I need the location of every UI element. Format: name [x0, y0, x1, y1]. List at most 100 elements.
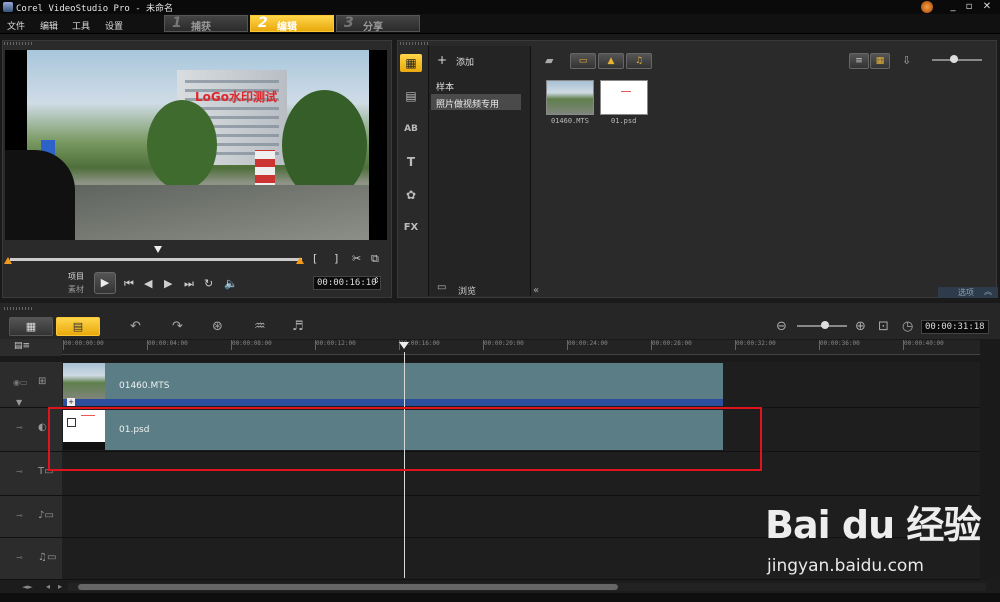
preview-timecode[interactable]: 00:00:16:10	[313, 276, 381, 290]
thumbnail-mts[interactable]	[546, 80, 594, 115]
play-button[interactable]: ▶	[94, 272, 116, 294]
track-scroll-icon[interactable]: ◄►	[22, 583, 33, 591]
sort-icon[interactable]: ⇩	[902, 54, 911, 67]
home-icon[interactable]: ⏮	[124, 277, 134, 291]
thumbnail-label: 01460.MTS	[551, 117, 589, 125]
trim-start-handle[interactable]	[4, 257, 12, 264]
app-icon	[3, 2, 13, 12]
folder-icon[interactable]: ▰	[545, 54, 553, 67]
tab-share[interactable]: 3 分享	[336, 15, 420, 33]
title-ab-icon[interactable]: AB	[400, 120, 422, 138]
menu-file[interactable]: 文件	[7, 19, 25, 32]
scrubber-bar[interactable]	[10, 258, 302, 261]
expand-track-icon[interactable]: ▼	[16, 398, 22, 407]
media-icon[interactable]: ▦	[400, 54, 422, 72]
auto-music-icon[interactable]: ♬	[292, 319, 304, 334]
repeat-icon[interactable]: ↻	[204, 277, 213, 290]
clip-name: 01460.MTS	[119, 381, 170, 391]
track-manager-icon[interactable]: ▤≡	[14, 341, 30, 351]
storyboard-view-button[interactable]: ▦	[9, 317, 53, 336]
folder-item-selected[interactable]: 照片做视频专用	[431, 94, 521, 110]
track-lock-icon[interactable]: ⊸	[16, 511, 23, 520]
scrollbar-thumb[interactable]	[78, 584, 618, 590]
zoom-in-icon[interactable]: ⊕	[855, 319, 866, 334]
thumbnail-psd[interactable]	[600, 80, 648, 115]
volume-icon[interactable]: 🔈	[224, 277, 238, 290]
menu-bar: 文件 编辑 工具 设置	[0, 14, 1000, 34]
list-view-button[interactable]: ≡	[849, 53, 869, 69]
ruler-tick: 00:00:32:00	[735, 340, 776, 350]
ruler-tick: 00:00:08:00	[231, 340, 272, 350]
project-mode-label[interactable]: 项目	[68, 271, 84, 282]
step-number: 1	[172, 15, 182, 31]
filter-video-button[interactable]: ▭	[570, 53, 596, 69]
scroll-right-icon[interactable]: ▸	[58, 582, 62, 591]
options-label: 选项	[958, 288, 974, 297]
filter-audio-button[interactable]: ♫	[626, 53, 652, 69]
menu-settings[interactable]: 设置	[105, 19, 123, 32]
filter-icon[interactable]: FX	[400, 219, 422, 237]
track-visibility-icon[interactable]: ◉▭	[13, 378, 28, 387]
track-lock-icon[interactable]: ⊸	[16, 423, 23, 432]
track-lock-icon[interactable]: ⊸	[16, 467, 23, 476]
next-frame-icon[interactable]: ▶	[164, 277, 172, 290]
add-folder-label[interactable]: 添加	[456, 55, 474, 68]
options-button[interactable]: 选项 ︽	[938, 287, 998, 298]
mark-in-button[interactable]: [	[313, 252, 317, 265]
preview-screen: LoGo水印测试	[5, 50, 387, 240]
help-orb-icon[interactable]	[921, 1, 933, 13]
scissors-icon[interactable]: ✂	[352, 252, 361, 265]
step-label: 编辑	[277, 22, 297, 33]
music-track-header: ⊸ ♫▭	[0, 538, 62, 580]
add-icon[interactable]: +	[437, 53, 447, 67]
restore-button[interactable]: ▫	[962, 0, 976, 14]
text-icon[interactable]: T	[400, 153, 422, 171]
menu-tools[interactable]: 工具	[72, 19, 90, 32]
tab-edit[interactable]: 2 编辑	[250, 15, 334, 33]
preview-watermark-text: LoGo水印测试	[195, 90, 277, 104]
fit-project-icon[interactable]: ⊡	[878, 319, 889, 334]
timeline-scrollbar[interactable]	[68, 583, 986, 591]
trim-end-handle[interactable]	[296, 257, 304, 264]
copy-icon[interactable]: ⧉	[371, 252, 379, 266]
video-clip[interactable]: 01460.MTS	[63, 363, 723, 399]
close-button[interactable]: ✕	[980, 0, 994, 14]
menu-edit[interactable]: 编辑	[40, 19, 58, 32]
panel-grip[interactable]	[400, 42, 430, 45]
time-ruler[interactable]: 00:00:00:00 00:00:04:00 00:00:08:00 00:00:1…	[62, 340, 980, 355]
project-duration: 00:00:31:18	[921, 320, 989, 334]
scrubber-handle[interactable]	[154, 246, 162, 253]
thumb-size-knob[interactable]	[950, 55, 958, 63]
thumbnail-view-button[interactable]: ▦	[870, 53, 890, 69]
sample-folder[interactable]: 样本	[436, 80, 454, 93]
undo-icon[interactable]: ↶	[130, 319, 141, 334]
audio-mixer-icon[interactable]: ♒	[254, 319, 266, 334]
collapse-icon[interactable]: «	[533, 285, 539, 296]
zoom-knob[interactable]	[821, 321, 829, 329]
graphic-icon[interactable]: ✿	[400, 186, 422, 204]
prev-frame-icon[interactable]: ◀	[144, 277, 152, 290]
mark-out-button[interactable]: ]	[334, 252, 338, 265]
scroll-left-icon[interactable]: ◂	[46, 582, 50, 591]
baidu-watermark: Bai du 经验 jingyan.baidu.com	[765, 494, 981, 576]
panel-grip[interactable]	[4, 307, 34, 310]
browse-icon[interactable]: ▭	[437, 282, 446, 293]
transition-icon[interactable]: ▤	[400, 87, 422, 105]
timeline-view-button[interactable]: ▤	[56, 317, 100, 336]
baidu-logo: Bai du 经验	[765, 503, 981, 547]
redo-icon[interactable]: ↷	[172, 319, 183, 334]
panel-grip[interactable]	[4, 42, 34, 45]
browse-button[interactable]: 浏览	[458, 284, 476, 297]
ruler-tick: 00:00:40:00	[903, 340, 944, 350]
end-icon[interactable]: ⏭	[184, 277, 194, 291]
tab-capture[interactable]: 1 捕获	[164, 15, 248, 33]
highlight-box	[48, 407, 762, 471]
filter-photo-button[interactable]: ▲	[598, 53, 624, 69]
playhead-handle[interactable]	[399, 342, 409, 349]
track-lock-icon[interactable]: ⊸	[16, 553, 23, 562]
clip-mode-label[interactable]: 素材	[68, 284, 84, 295]
minimize-button[interactable]: _	[946, 0, 960, 14]
record-capture-icon[interactable]: ⊛	[212, 319, 223, 334]
zoom-out-icon[interactable]: ⊖	[776, 319, 787, 334]
timecode-spinner-icon[interactable]: ⇕	[373, 276, 380, 285]
